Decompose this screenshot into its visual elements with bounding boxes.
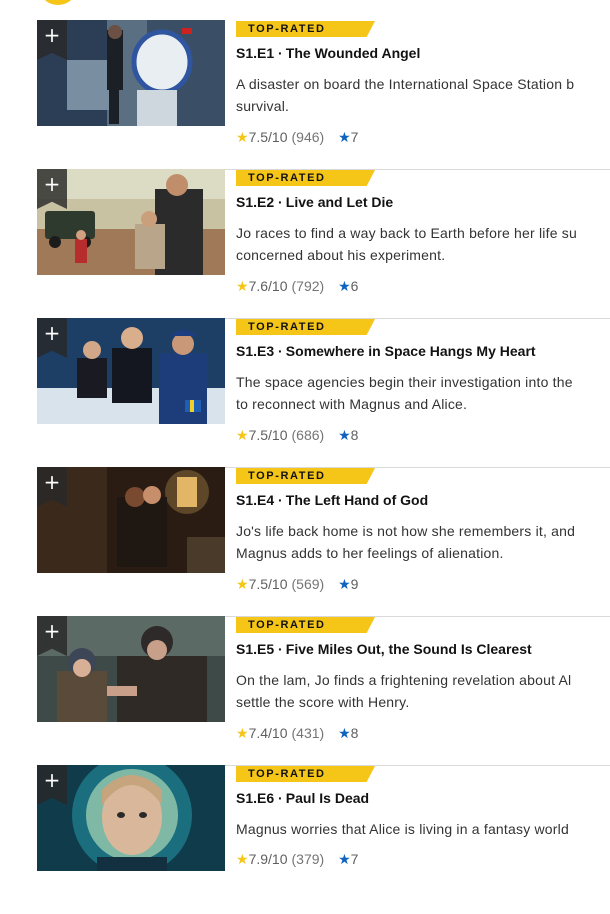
episode-description: The space agencies begin their investiga… bbox=[236, 374, 573, 412]
top-rated-badge: TOP-RATED bbox=[236, 468, 375, 484]
top-rated-badge: TOP-RATED bbox=[236, 170, 375, 186]
rating-row: ★7.9/10 (379) ★7 bbox=[236, 851, 359, 868]
episode-item: + TOP-RATED S1.E2 ∙ Live and Let Die Jo … bbox=[37, 169, 610, 319]
plus-icon: + bbox=[43, 768, 61, 792]
episode-item: + TOP-RATED S1.E3 ∙ Somewhere in Space H… bbox=[37, 318, 610, 468]
vote-count: (946) bbox=[291, 129, 325, 145]
star-icon: ★ bbox=[236, 130, 249, 146]
episode-thumbnail[interactable]: + bbox=[37, 169, 225, 275]
star-icon: ★ bbox=[236, 577, 249, 593]
plus-icon: + bbox=[43, 172, 61, 196]
vote-count: (792) bbox=[291, 278, 325, 294]
plus-icon: + bbox=[43, 23, 61, 47]
episode-title[interactable]: S1.E2 ∙ Live and Let Die bbox=[236, 194, 393, 210]
episode-thumbnail[interactable]: + bbox=[37, 20, 225, 126]
episode-item: + TOP-RATED S1.E6 ∙ Paul Is Dead Magnus … bbox=[37, 765, 610, 914]
blue-star-icon: ★ bbox=[338, 279, 351, 295]
vote-count: (686) bbox=[291, 427, 325, 443]
rate-button[interactable]: ★6 bbox=[328, 278, 358, 295]
blue-star-icon: ★ bbox=[338, 577, 351, 593]
star-icon: ★ bbox=[236, 726, 249, 742]
blue-star-icon: ★ bbox=[338, 130, 351, 146]
vote-count: (569) bbox=[291, 576, 325, 592]
episode-description: On the lam, Jo finds a frightening revel… bbox=[236, 672, 572, 710]
rate-button[interactable]: ★7 bbox=[328, 129, 358, 146]
rating-row: ★7.6/10 (792) ★6 bbox=[236, 278, 359, 295]
rating-row: ★7.5/10 (569) ★9 bbox=[236, 576, 359, 593]
plus-icon: + bbox=[43, 321, 61, 345]
rate-button[interactable]: ★9 bbox=[328, 576, 358, 593]
episode-title[interactable]: S1.E3 ∙ Somewhere in Space Hangs My Hear… bbox=[236, 343, 536, 359]
episode-item: + TOP-RATED S1.E1 ∙ The Wounded Angel A … bbox=[37, 20, 610, 170]
blue-star-icon: ★ bbox=[338, 428, 351, 444]
episode-item: + TOP-RATED S1.E5 ∙ Five Miles Out, the … bbox=[37, 616, 610, 766]
blue-star-icon: ★ bbox=[338, 726, 351, 742]
episode-thumbnail[interactable]: + bbox=[37, 616, 225, 722]
top-rated-badge: TOP-RATED bbox=[236, 319, 375, 335]
top-rated-badge: TOP-RATED bbox=[236, 21, 375, 37]
episode-thumbnail[interactable]: + bbox=[37, 467, 225, 573]
episode-item: + TOP-RATED S1.E4 ∙ The Left Hand of God… bbox=[37, 467, 610, 617]
star-icon: ★ bbox=[236, 279, 249, 295]
episode-title[interactable]: S1.E6 ∙ Paul Is Dead bbox=[236, 790, 369, 806]
star-icon: ★ bbox=[236, 852, 249, 868]
episode-description: A disaster on board the International Sp… bbox=[236, 76, 575, 114]
vote-count: (431) bbox=[291, 725, 325, 741]
blue-star-icon: ★ bbox=[338, 852, 351, 868]
episode-description: Jo races to find a way back to Earth bef… bbox=[236, 225, 577, 263]
star-icon: ★ bbox=[236, 428, 249, 444]
rate-button[interactable]: ★7 bbox=[328, 851, 358, 868]
top-rated-badge: TOP-RATED bbox=[236, 766, 375, 782]
rate-button[interactable]: ★8 bbox=[328, 427, 358, 444]
rating-row: ★7.5/10 (946) ★7 bbox=[236, 129, 359, 146]
rate-button[interactable]: ★8 bbox=[328, 725, 358, 742]
plus-icon: + bbox=[43, 619, 61, 643]
rating-row: ★7.5/10 (686) ★8 bbox=[236, 427, 359, 444]
episode-title[interactable]: S1.E4 ∙ The Left Hand of God bbox=[236, 492, 428, 508]
plus-icon: + bbox=[43, 470, 61, 494]
top-rated-badge: TOP-RATED bbox=[236, 617, 375, 633]
episode-thumbnail[interactable]: + bbox=[37, 765, 225, 871]
brand-circle bbox=[38, 0, 78, 5]
episode-title[interactable]: S1.E1 ∙ The Wounded Angel bbox=[236, 45, 420, 61]
rating-row: ★7.4/10 (431) ★8 bbox=[236, 725, 359, 742]
episode-title[interactable]: S1.E5 ∙ Five Miles Out, the Sound Is Cle… bbox=[236, 641, 532, 657]
episode-description: Jo's life back home is not how she remem… bbox=[236, 523, 576, 561]
episode-thumbnail[interactable]: + bbox=[37, 318, 225, 424]
vote-count: (379) bbox=[291, 851, 325, 867]
